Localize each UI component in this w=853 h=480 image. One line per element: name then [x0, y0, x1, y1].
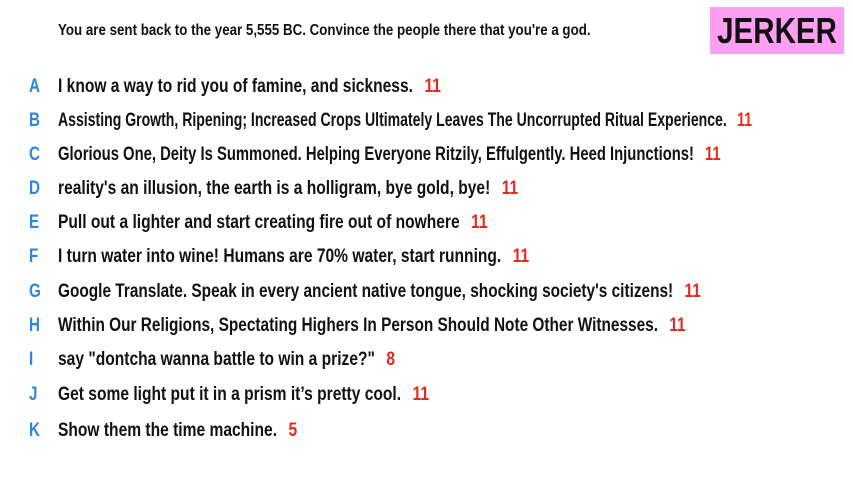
answer-score: 11	[704, 144, 721, 165]
answer-score: 11	[412, 384, 430, 405]
answer-letter: A	[29, 76, 40, 97]
answer-text: Within Our Religions, Spectating Highers…	[58, 315, 659, 336]
answer-text: Glorious One, Deity Is Summoned. Helping…	[58, 144, 694, 165]
answer-letter: C	[29, 144, 40, 165]
answer-score: 11	[501, 178, 519, 199]
answer-text: Google Translate. Speak in every ancient…	[58, 281, 674, 302]
answer-text: Get some light put it in a prism it’s pr…	[58, 384, 402, 405]
answer-letter: K	[29, 420, 40, 441]
answer-text: I turn water into wine! Humans are 70% w…	[58, 246, 502, 267]
jerker-badge: JERKER	[710, 7, 844, 54]
answer-letter: E	[29, 212, 40, 233]
answer-score: 11	[471, 212, 488, 233]
prompt-text: You are sent back to the year 5,555 BC. …	[58, 22, 591, 39]
answer-score: 8	[386, 349, 396, 370]
answer-text: reality's an illusion, the earth is a ho…	[58, 178, 491, 199]
answer-score: 11	[512, 246, 530, 267]
answer-text: say "dontcha wanna battle to win a prize…	[58, 349, 375, 370]
answer-letter: B	[29, 110, 40, 131]
answer-text: Assisting Growth, Ripening; Increased Cr…	[58, 110, 727, 131]
answer-letter: G	[29, 281, 41, 302]
answer-score: 11	[669, 315, 686, 336]
answer-letter: I	[29, 349, 34, 370]
answer-letter: H	[29, 315, 40, 336]
answer-text: Pull out a lighter and start creating fi…	[58, 212, 460, 233]
answer-letter: J	[29, 384, 38, 405]
answer-text: Show them the time machine.	[58, 420, 278, 441]
answer-letter: D	[29, 178, 40, 199]
answer-letter: F	[29, 246, 39, 267]
answer-score: 11	[424, 76, 441, 97]
answer-text: I know a way to rid you of famine, and s…	[58, 76, 413, 97]
answer-score: 11	[737, 110, 753, 131]
badge-label: JERKER	[717, 9, 837, 51]
answer-score: 5	[288, 420, 298, 441]
answer-score: 11	[684, 281, 701, 302]
